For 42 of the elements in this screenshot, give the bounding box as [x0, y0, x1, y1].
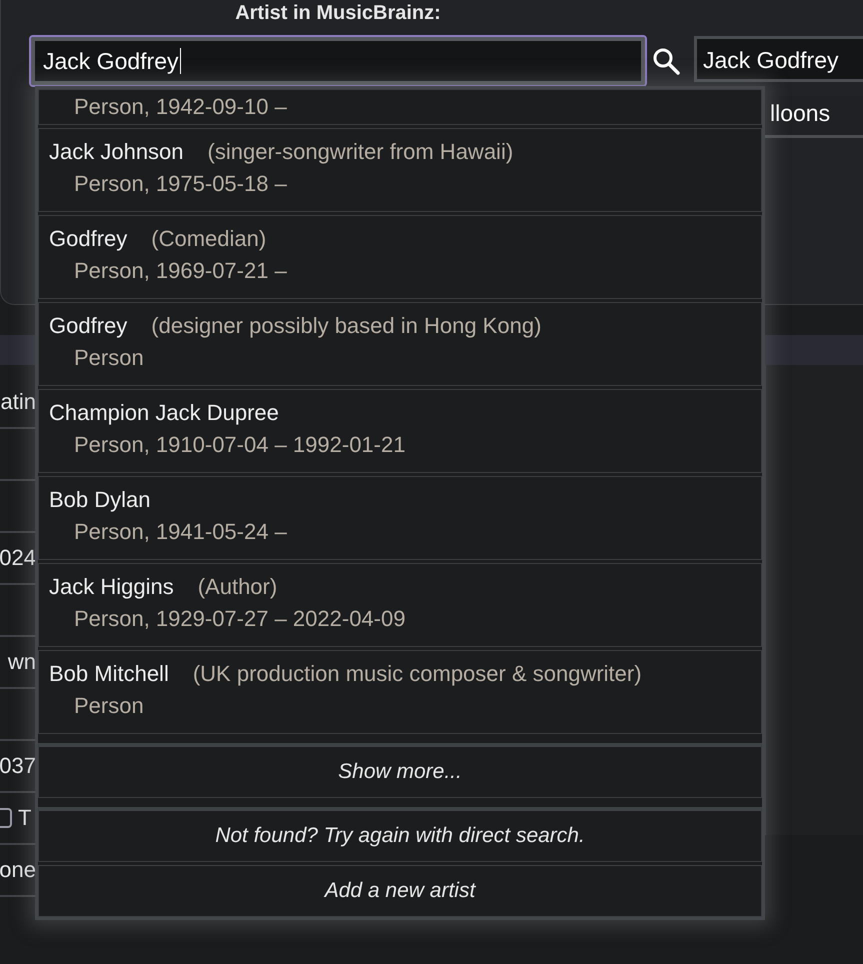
result-item[interactable]: Jack Johnson (singer-songwriter from Hawaii) Person, 1975-05-18 –: [38, 128, 762, 212]
field-label: Artist in MusicBrainz:: [234, 1, 442, 26]
artist-details: Person: [73, 344, 145, 372]
artist-comment: (Author): [198, 574, 278, 599]
artist-details: Person, 1969-07-21 –: [73, 257, 288, 285]
result-item[interactable]: Champion Jack Dupree Person, 1910-07-04 – 1992-01-21: [38, 389, 762, 473]
checkbox-label: T: [18, 805, 32, 831]
input-field[interactable]: one: [0, 857, 36, 883]
artist-name: Bob Mitchell: [49, 661, 169, 686]
artist-name: Godfrey: [49, 226, 128, 251]
artist-name: Godfrey: [49, 313, 128, 338]
artist-name: Jack Johnson: [49, 139, 184, 164]
artist-details: Person, 1941-05-24 –: [73, 518, 288, 546]
artist-details: Person, 1942-09-10 –: [73, 93, 288, 121]
result-item[interactable]: Godfrey (Comedian) Person, 1969-07-21 –: [38, 215, 762, 299]
show-more-button[interactable]: Show more...: [38, 743, 762, 798]
result-item[interactable]: Bob Dylan Person, 1941-05-24 –: [38, 476, 762, 560]
result-item[interactable]: Godfrey (designer possibly based in Hong Kong) Person: [38, 302, 762, 386]
add-artist-button[interactable]: Add a new artist: [38, 865, 762, 917]
input-field[interactable]: 024: [0, 545, 36, 571]
direct-search-button[interactable]: Not found? Try again with direct search.: [38, 807, 762, 862]
artist-name: Jack Higgins: [49, 574, 174, 599]
checkbox[interactable]: [0, 808, 12, 828]
artist-details: Person, 1975-05-18 –: [73, 170, 288, 198]
name-field[interactable]: Jack Godfrey: [694, 36, 863, 82]
artist-comment: (singer-songwriter from Hawaii): [208, 139, 514, 164]
search-icon[interactable]: [651, 46, 681, 76]
artist-comment: (designer possibly based in Hong Kong): [151, 313, 542, 338]
result-item[interactable]: Person, 1942-09-10 –: [38, 89, 762, 125]
artist-comment: (Comedian): [151, 226, 266, 251]
artist-comment: (UK production music composer & songwriter): [192, 661, 642, 686]
artist-details: Person, 1929-07-27 – 2022-04-09: [73, 605, 406, 633]
artist-details: Person, 1910-07-04 – 1992-01-21: [73, 431, 406, 459]
input-field[interactable]: atin: [0, 389, 36, 415]
search-field[interactable]: Jack Godfrey: [29, 35, 647, 87]
artist-name: Champion Jack Dupree: [49, 400, 279, 425]
result-item[interactable]: Jack Higgins (Author) Person, 1929-07-27 – 2022-04-09: [38, 563, 762, 647]
input-field[interactable]: wn: [0, 649, 36, 675]
artist-details: Person: [73, 692, 145, 720]
artist-name: Bob Dylan: [49, 487, 151, 512]
input-field[interactable]: 037: [0, 753, 36, 779]
result-item[interactable]: Bob Mitchell (UK production music composer & songwriter) Person: [38, 650, 762, 734]
